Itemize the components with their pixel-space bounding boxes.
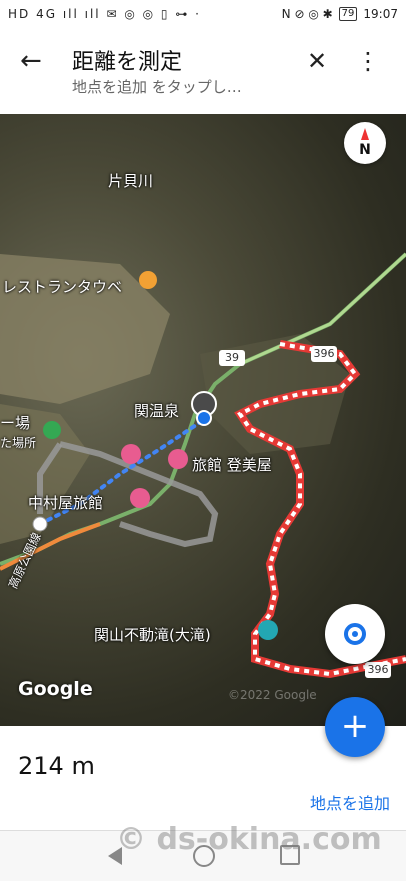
road-badge-396-a: 396 [311, 346, 337, 362]
hotel-marker-1 [121, 444, 141, 464]
compass-arrow-icon [361, 128, 369, 140]
status-left-icons: HD 4G ıll ıll ✉ ◎ ◎ ▯ ⊶ · [8, 7, 201, 21]
watermark-text: © ds-okina.com [116, 822, 382, 857]
battery-icon: 79 [338, 7, 358, 21]
back-arrow-icon[interactable]: ← [20, 46, 52, 78]
road-badge-39: 39 [219, 350, 245, 366]
compass-button[interactable]: N [344, 122, 386, 164]
distance-readout: 214 m [18, 752, 95, 780]
road-badge-396-b: 396 [365, 662, 391, 678]
status-right: N ⊘ ◎ ✱ 79 19:07 [282, 7, 398, 21]
status-time: 19:07 [363, 7, 398, 21]
measure-start-point [32, 516, 48, 532]
app-bar: ← 距離を測定 地点を追加 をタップし… ✕ ⋮ [0, 30, 406, 114]
page-subtitle: 地点を追加 をタップし… [72, 78, 242, 96]
label-plaza[interactable]: ー場 [0, 412, 30, 433]
add-point-fab[interactable]: + [325, 697, 385, 757]
label-plaza-sub: た場所 [0, 436, 37, 450]
close-icon[interactable]: ✕ [302, 46, 332, 76]
status-right-icons: N ⊘ ◎ ✱ [281, 7, 333, 21]
label-waterfall[interactable]: 関山不動滝(大滝) [94, 624, 211, 645]
label-ryokan-tomiya[interactable]: 旅館 登美屋 [192, 454, 272, 475]
label-nakamuraya[interactable]: 中村屋旅館 [28, 492, 103, 513]
page-title: 距離を測定 [72, 50, 183, 75]
waterfall-marker [258, 620, 278, 640]
my-location-button[interactable] [325, 604, 385, 664]
measure-end-point [196, 410, 212, 426]
google-logo: Google [18, 678, 93, 700]
hotel-marker-2 [168, 449, 188, 469]
map-copyright: ©2022 Google [228, 688, 317, 702]
hotel-marker-3 [130, 488, 150, 508]
restaurant-marker [139, 271, 157, 289]
label-restaurant[interactable]: レストランタウベ [2, 276, 122, 297]
plaza-marker [43, 421, 61, 439]
more-vert-icon[interactable]: ⋮ [356, 46, 380, 76]
label-river: 片貝川 [108, 172, 154, 190]
status-bar: HD 4G ıll ıll ✉ ◎ ◎ ▯ ⊶ · N ⊘ ◎ ✱ 79 19:… [0, 0, 406, 30]
add-point-link[interactable]: 地点を追加 [310, 790, 390, 814]
label-hot-spring[interactable]: 関温泉 [134, 400, 179, 421]
compass-letter: N [359, 142, 371, 158]
